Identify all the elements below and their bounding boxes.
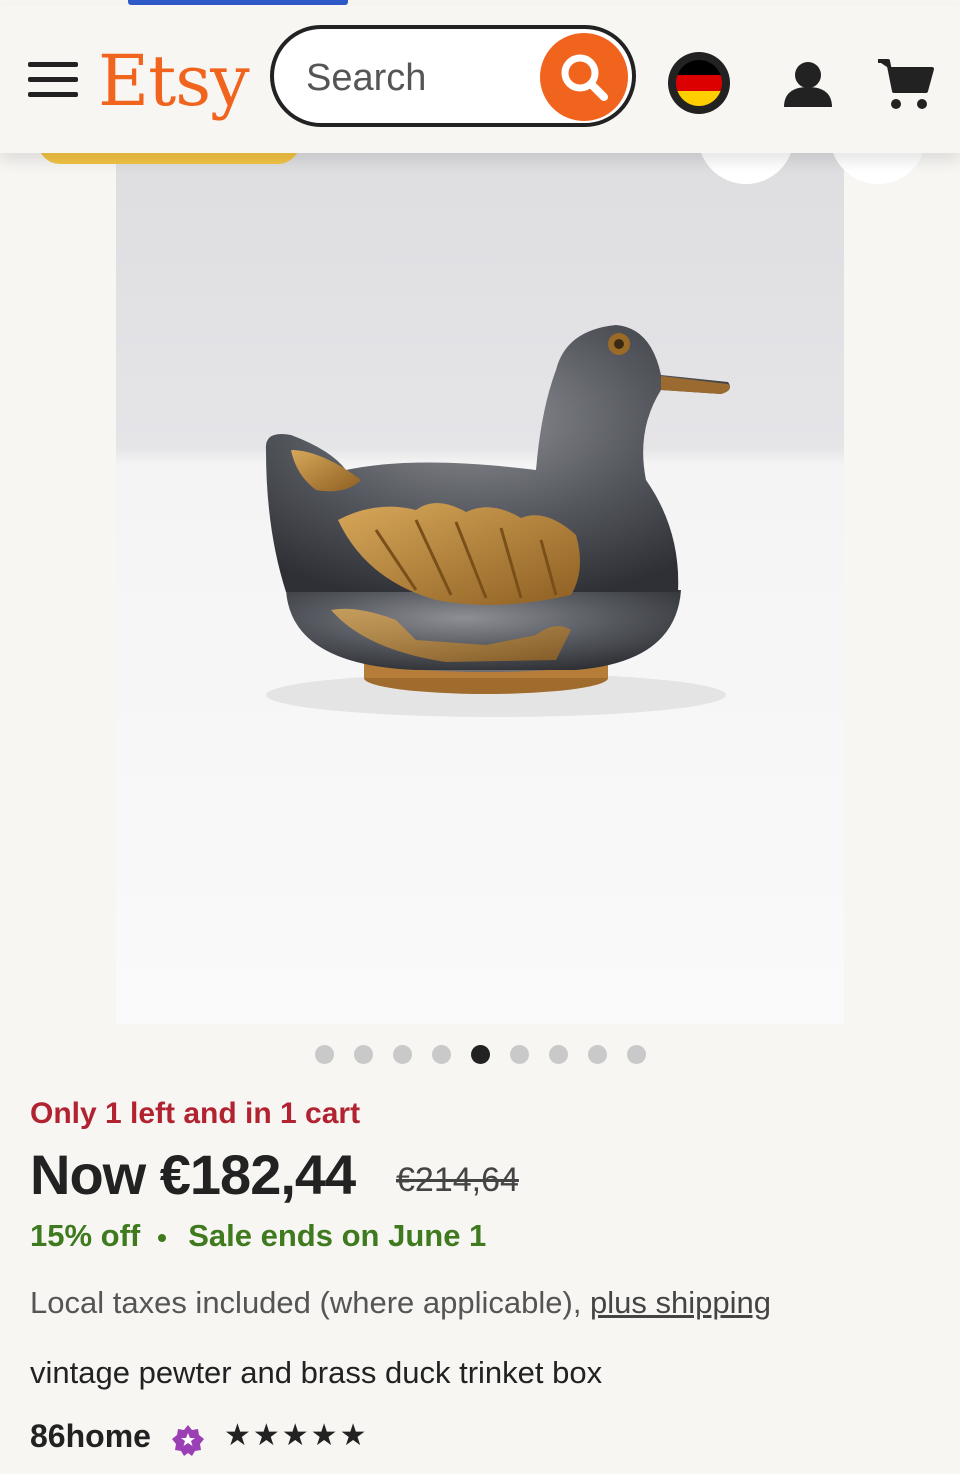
sale-info: 15% off Sale ends on June 1 (30, 1218, 486, 1254)
carousel-dot[interactable] (353, 1045, 373, 1064)
carousel-dot[interactable] (392, 1045, 412, 1064)
carousel-dot[interactable] (509, 1045, 529, 1064)
product-image[interactable] (116, 150, 844, 1024)
tax-note: Local taxes included (where applicable),… (30, 1285, 771, 1321)
discount-label: 15% off (30, 1218, 141, 1253)
menu-icon[interactable] (28, 62, 78, 102)
search-button[interactable] (540, 33, 628, 121)
shop-name-link[interactable]: 86home (30, 1418, 151, 1455)
current-price: Now €182,44 (30, 1143, 356, 1206)
star-seller-badge-icon (172, 1425, 204, 1456)
duck-trinket-box-photo (265, 325, 730, 717)
tax-note-text: Local taxes included (where applicable), (30, 1285, 591, 1320)
germany-flag-icon (676, 60, 722, 106)
shipping-link[interactable]: plus shipping (590, 1285, 771, 1320)
carousel-dot[interactable] (548, 1045, 568, 1064)
carousel-dot[interactable] (314, 1045, 334, 1064)
carousel-dot[interactable] (587, 1045, 607, 1064)
site-header: Etsy (0, 5, 960, 153)
stock-message: Only 1 left and in 1 cart (30, 1097, 361, 1130)
cart-icon[interactable] (876, 55, 934, 113)
original-price: €214,64 (396, 1161, 519, 1199)
image-carousel-dots (0, 1045, 960, 1065)
search-bar[interactable] (270, 25, 636, 127)
search-icon (561, 54, 608, 101)
separator-dot (158, 1233, 167, 1242)
listing-title: vintage pewter and brass duck trinket bo… (30, 1355, 603, 1390)
search-input[interactable] (304, 55, 538, 101)
carousel-dot[interactable] (626, 1045, 646, 1064)
etsy-logo[interactable]: Etsy (98, 41, 250, 121)
user-icon[interactable] (780, 57, 836, 113)
sale-end-label: Sale ends on June 1 (188, 1218, 487, 1253)
rating-stars: ★★★★★ (224, 1419, 369, 1452)
carousel-dot[interactable] (431, 1045, 451, 1064)
region-flag-button[interactable] (668, 52, 730, 114)
carousel-dot-active[interactable] (470, 1045, 490, 1064)
